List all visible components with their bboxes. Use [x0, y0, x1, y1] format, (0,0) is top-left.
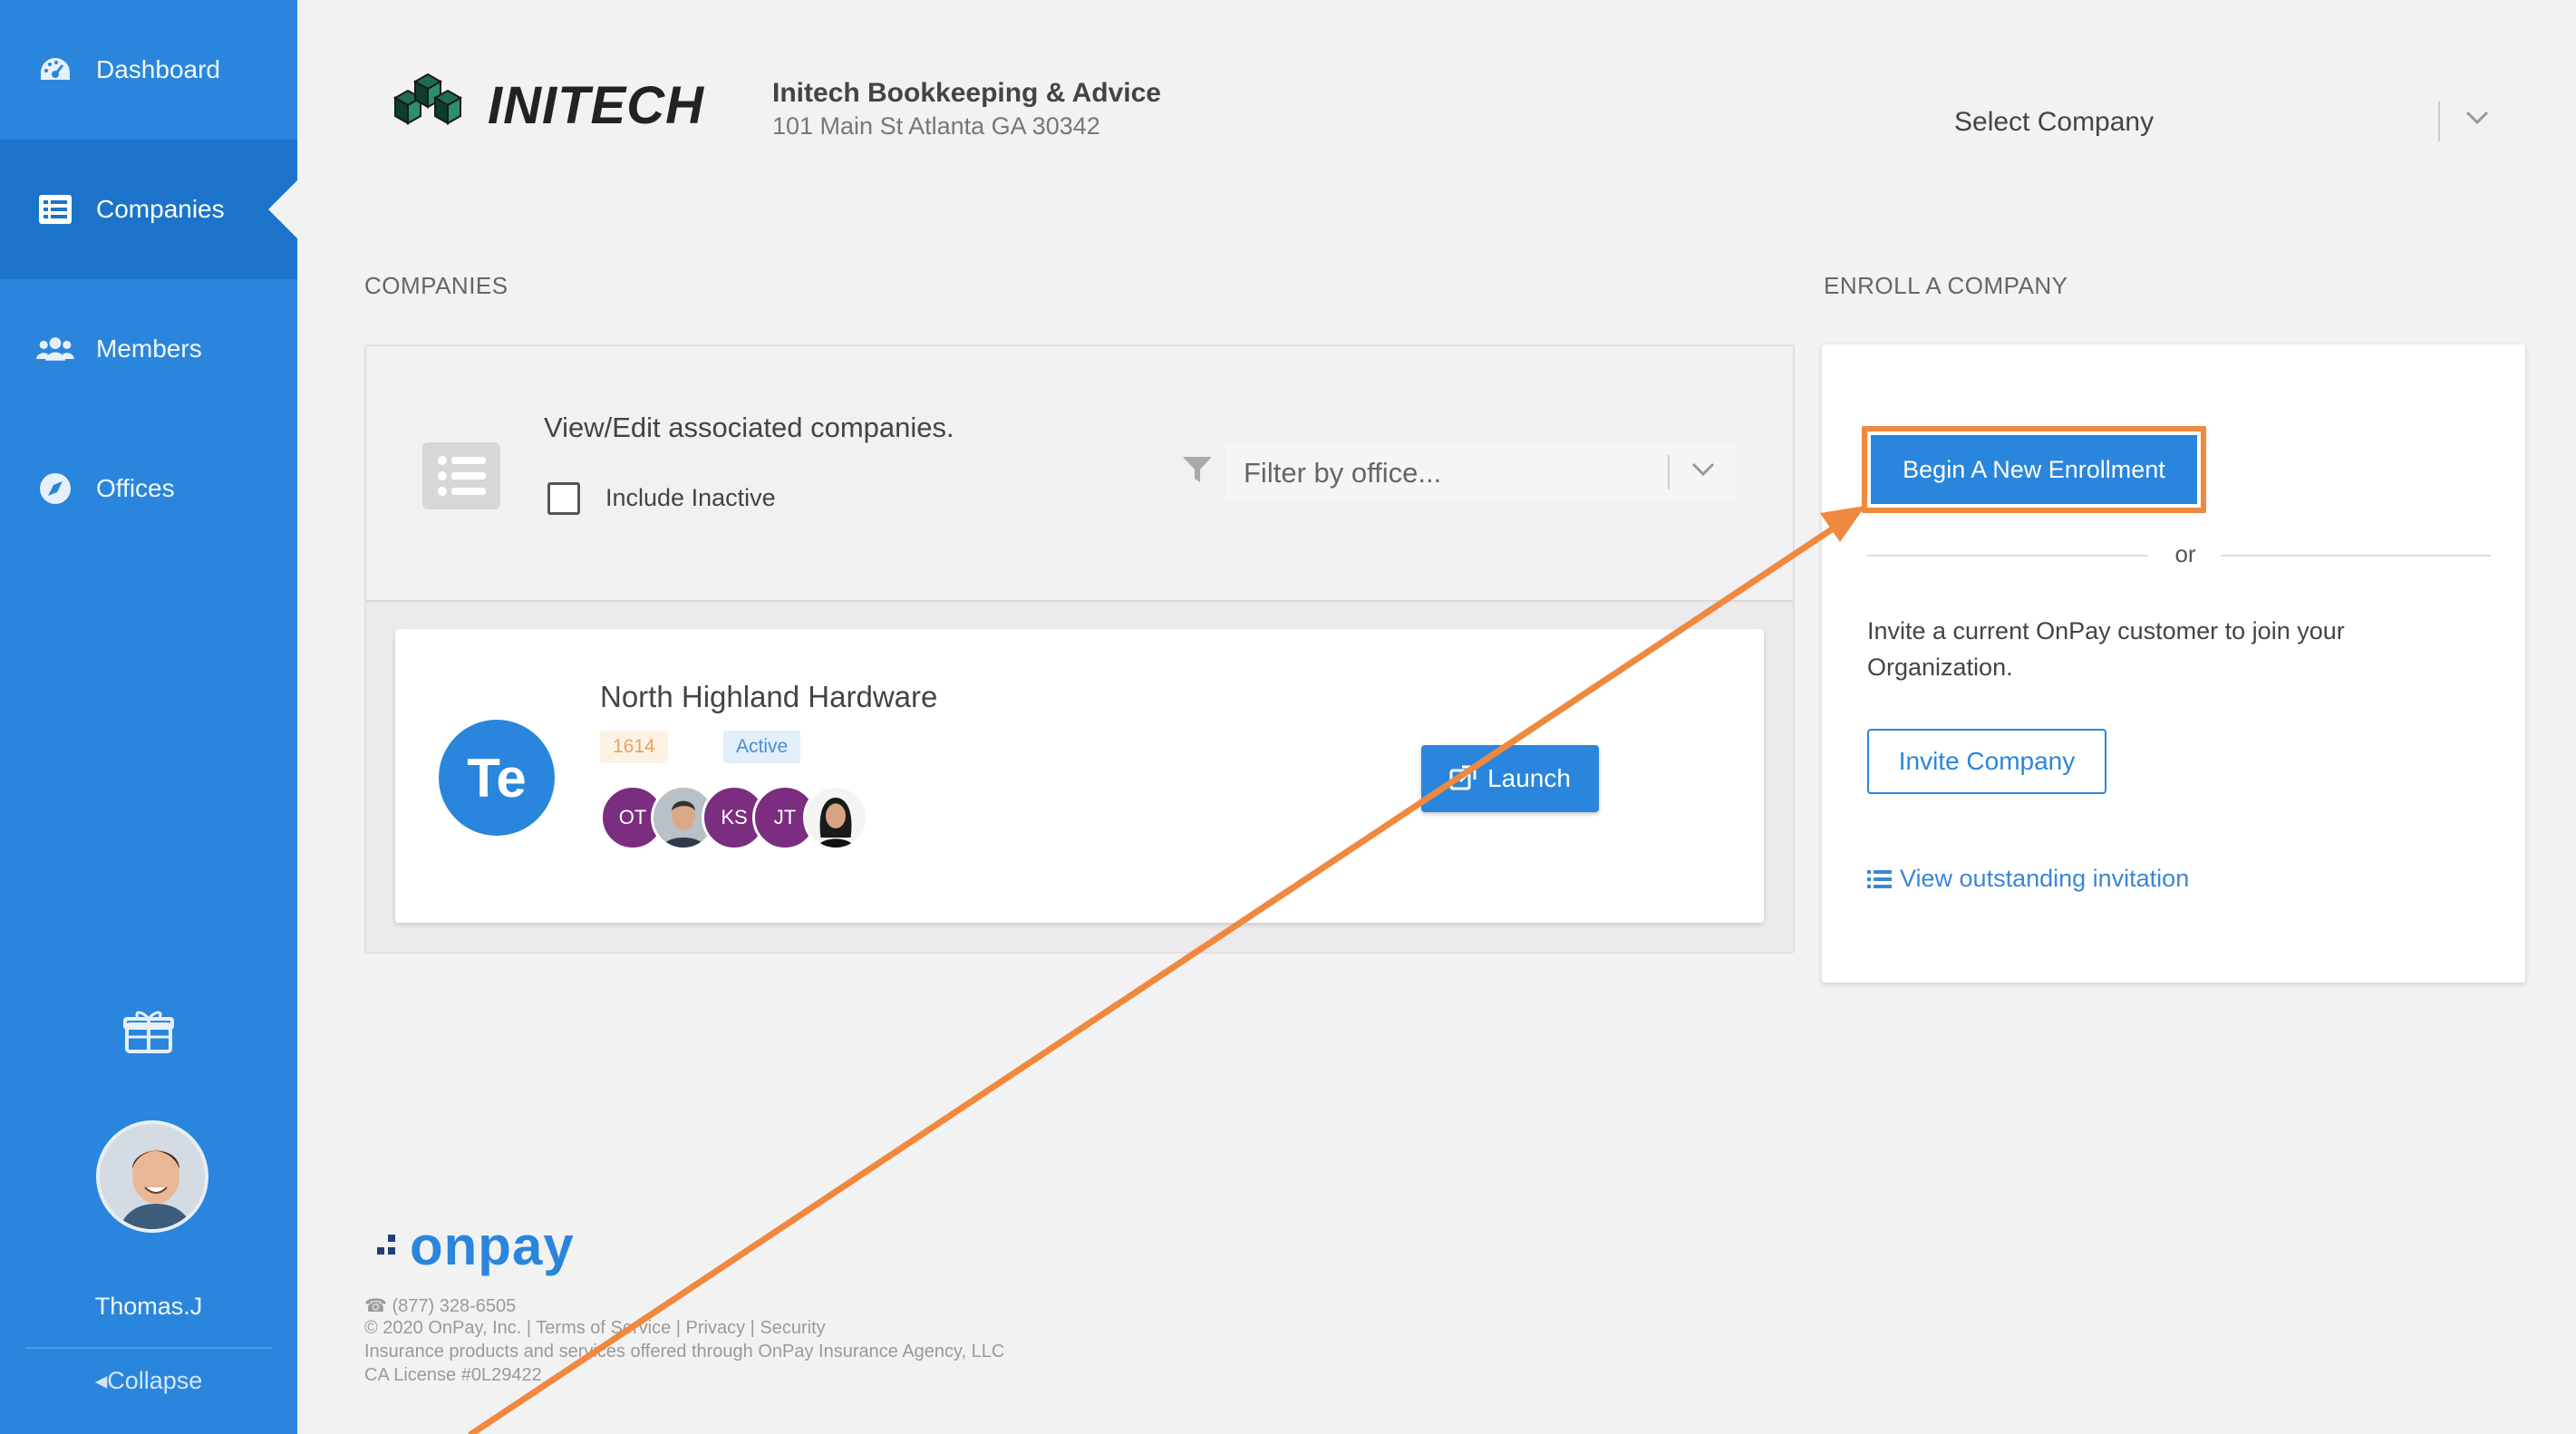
list-view-icon	[422, 442, 500, 509]
company-initials: Te	[467, 747, 527, 809]
firm-address: 101 Main St Atlanta GA 30342	[772, 112, 1100, 140]
sidebar-item-dashboard[interactable]: Dashboard	[0, 0, 297, 140]
sidebar-item-members[interactable]: Members	[0, 279, 297, 419]
user-name: Thomas.J	[94, 1293, 203, 1320]
chevron-down-icon	[2465, 111, 2489, 130]
users-icon	[36, 330, 74, 368]
enroll-panel: Begin A New Enrollment or Invite a curre…	[1822, 344, 2525, 983]
companies-section-title: COMPANIES	[364, 272, 508, 299]
list-icon	[1867, 869, 1892, 888]
or-divider-left	[1867, 555, 2148, 557]
filter-placeholder: Filter by office...	[1244, 457, 1442, 489]
sidebar-item-label: Offices	[96, 474, 175, 502]
or-text: or	[2174, 540, 2196, 567]
view-invitation-label: View outstanding invitation	[1900, 865, 2190, 892]
footer-copyright: © 2020 OnPay, Inc. | Terms of Service | …	[364, 1318, 826, 1338]
onpay-logo: onpay	[372, 1215, 575, 1277]
member-avatar-photo[interactable]	[803, 785, 868, 850]
sidebar: Dashboard Companies Members Offices Thom…	[0, 0, 297, 1434]
chevron-down-icon	[1691, 462, 1715, 481]
office-filter-dropdown[interactable]: Filter by office...	[1225, 442, 1735, 502]
phone-icon: ☎	[364, 1296, 387, 1316]
firm-name: Initech Bookkeeping & Advice	[772, 78, 1161, 108]
collapse-button[interactable]: ◂Collapse	[0, 1367, 297, 1395]
invite-company-label: Invite Company	[1898, 747, 2076, 775]
include-inactive-checkbox[interactable]	[547, 482, 580, 515]
dropdown-separator	[2438, 102, 2440, 141]
external-link-icon	[1449, 765, 1477, 790]
begin-enrollment-label: Begin A New Enrollment	[1871, 435, 2197, 504]
company-logo: INITECH	[377, 67, 704, 143]
companies-panel-header: View/Edit associated companies. Include …	[366, 346, 1793, 602]
sidebar-item-label: Members	[96, 334, 202, 363]
chevron-left-icon: ◂	[94, 1367, 108, 1394]
status-badge: Active	[723, 731, 801, 763]
company-name: North Highland Hardware	[600, 680, 938, 713]
footer-license: CA License #0L29422	[364, 1365, 542, 1385]
gift-icon[interactable]	[123, 1008, 174, 1059]
onpay-brand: onpay	[410, 1216, 575, 1276]
panel-description: View/Edit associated companies.	[544, 412, 954, 443]
sidebar-item-companies[interactable]: Companies	[0, 140, 297, 279]
initech-logo-icon	[392, 73, 463, 125]
sidebar-item-offices[interactable]: Offices	[0, 419, 297, 558]
sidebar-item-label: Companies	[96, 195, 225, 223]
launch-label: Launch	[1487, 764, 1571, 792]
filter-icon	[1182, 455, 1213, 489]
begin-enrollment-button[interactable]: Begin A New Enrollment	[1862, 426, 2206, 513]
company-card[interactable]: Te North Highland Hardware 1614 Active O…	[395, 629, 1764, 923]
company-avatar: Te	[439, 720, 555, 836]
view-invitation-link[interactable]: View outstanding invitation	[1867, 865, 2189, 893]
logo-text: INITECH	[488, 75, 704, 135]
sidebar-item-label: Dashboard	[96, 55, 220, 83]
phone-number: (877) 328-6505	[392, 1296, 517, 1316]
companies-panel: View/Edit associated companies. Include …	[364, 344, 1795, 954]
list-icon	[36, 190, 74, 228]
collapse-label: Collapse	[107, 1367, 203, 1394]
footer-phone: ☎ (877) 328-6505	[364, 1294, 516, 1317]
onpay-dots-icon	[377, 1234, 395, 1255]
dropdown-separator	[1668, 455, 1670, 489]
enroll-section-title: ENROLL A COMPANY	[1824, 272, 2068, 299]
footer-insurance: Insurance products and services offered …	[364, 1342, 1005, 1361]
select-company-dropdown[interactable]: Select Company	[1940, 98, 2511, 149]
invite-description: Invite a current OnPay customer to join …	[1867, 617, 2345, 681]
user-avatar[interactable]	[96, 1120, 208, 1233]
compass-icon	[36, 470, 74, 508]
sidebar-divider	[25, 1347, 272, 1349]
include-inactive-label: Include Inactive	[605, 484, 776, 511]
launch-button[interactable]: Launch	[1421, 745, 1599, 812]
invite-company-button[interactable]: Invite Company	[1867, 729, 2106, 794]
or-divider-right	[2221, 555, 2491, 557]
company-id-badge: 1614	[600, 731, 668, 763]
select-company-placeholder: Select Company	[1954, 107, 2155, 137]
dashboard-icon	[36, 51, 74, 89]
